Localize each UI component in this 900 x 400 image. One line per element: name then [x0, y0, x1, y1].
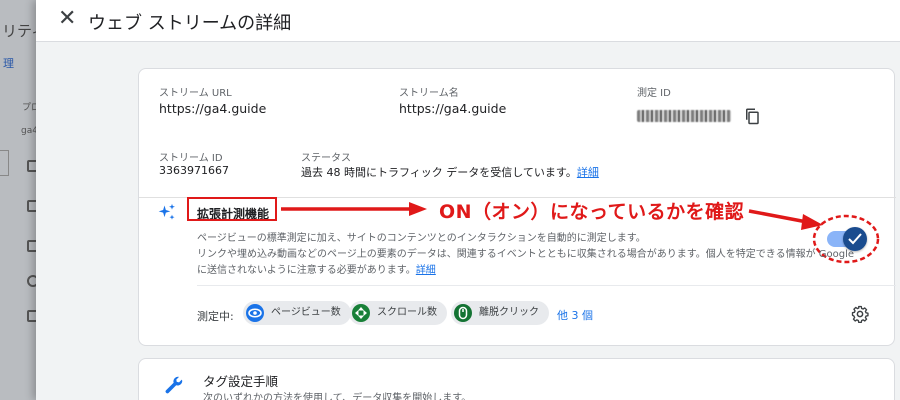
section-divider — [197, 285, 896, 286]
status-details-link[interactable]: 詳細 — [577, 166, 599, 179]
measurement-id-label: 測定 ID — [637, 88, 671, 99]
more-events-link[interactable]: 他 3 個 — [557, 307, 593, 323]
chip-label: ページビュー数 — [271, 307, 341, 318]
chip-page-views[interactable]: ページビュー数 — [243, 301, 351, 325]
chip-scrolls[interactable]: スクロール数 — [349, 301, 447, 325]
gear-icon[interactable] — [851, 305, 869, 323]
stream-url-label: ストリーム URL — [159, 88, 232, 99]
status-label: ステータス — [301, 153, 351, 164]
mouse-icon — [454, 304, 472, 322]
chip-label: 離脱クリック — [479, 307, 539, 318]
chip-label: スクロール数 — [377, 307, 437, 318]
stream-name-value: https://ga4.guide — [399, 101, 507, 116]
enhanced-description-line2: リンクや埋め込み動画などのページ上の要素のデータは、関連するイベントとともに収集… — [197, 249, 855, 260]
background-title: リティ — [2, 22, 40, 40]
stream-url-value: https://ga4.guide — [159, 101, 267, 116]
check-icon — [848, 233, 862, 245]
stream-info-card: ストリーム URL https://ga4.guide ストリーム名 https… — [138, 68, 896, 346]
annotation-text: ON（オン）になっているかを確認 — [439, 201, 745, 223]
wrench-icon — [165, 376, 183, 394]
stream-name-label: ストリーム名 — [399, 88, 459, 99]
panel-title: ウェブ ストリームの詳細 — [88, 13, 292, 34]
enhanced-details-link[interactable]: 詳細 — [416, 265, 436, 276]
copy-icon[interactable] — [743, 107, 761, 125]
stream-details-panel: ✕ ウェブ ストリームの詳細 ストリーム URL https://ga4.gui… — [36, 0, 900, 400]
status-value: 過去 48 時間にトラフィック データを受信しています。詳細 — [301, 164, 599, 180]
chip-outbound-clicks[interactable]: 離脱クリック — [451, 301, 549, 325]
background-page: リティ 理 プロ ga4 — [0, 0, 40, 400]
tag-setup-title: タグ設定手順 — [203, 374, 279, 389]
background-dropdown — [0, 150, 9, 176]
measuring-label: 測定中: — [197, 310, 234, 323]
toggle-knob — [843, 227, 867, 251]
enhanced-description-line3: に送信されないように注意する必要があります。詳細 — [197, 261, 436, 276]
enhanced-description-text: に送信されないように注意する必要があります。 — [197, 265, 416, 276]
stream-id-value: 3363971667 — [159, 164, 229, 177]
panel-header: ✕ ウェブ ストリームの詳細 — [36, 0, 900, 42]
enhanced-measurement-toggle[interactable] — [827, 227, 867, 251]
measurement-id-redacted — [637, 110, 731, 122]
scroll-icon — [352, 304, 370, 322]
enhanced-description-line1: ページビューの標準測定に加え、サイトのコンテンツとのインタラクションを自動的に測… — [197, 233, 646, 244]
tag-setup-card[interactable]: タグ設定手順 次のいずれかの方法を使用して、データ収集を開始します。 — [138, 358, 895, 400]
stream-id-label: ストリーム ID — [159, 153, 223, 164]
close-button[interactable]: ✕ — [58, 8, 76, 30]
background-menu-item: 理 — [3, 57, 14, 70]
eye-icon — [246, 304, 264, 322]
tag-setup-description: 次のいずれかの方法を使用して、データ収集を開始します。 — [203, 393, 472, 400]
sparkle-icon — [158, 203, 175, 220]
annotation-highlight-box — [187, 197, 277, 221]
status-text: 過去 48 時間にトラフィック データを受信しています。 — [301, 166, 577, 179]
